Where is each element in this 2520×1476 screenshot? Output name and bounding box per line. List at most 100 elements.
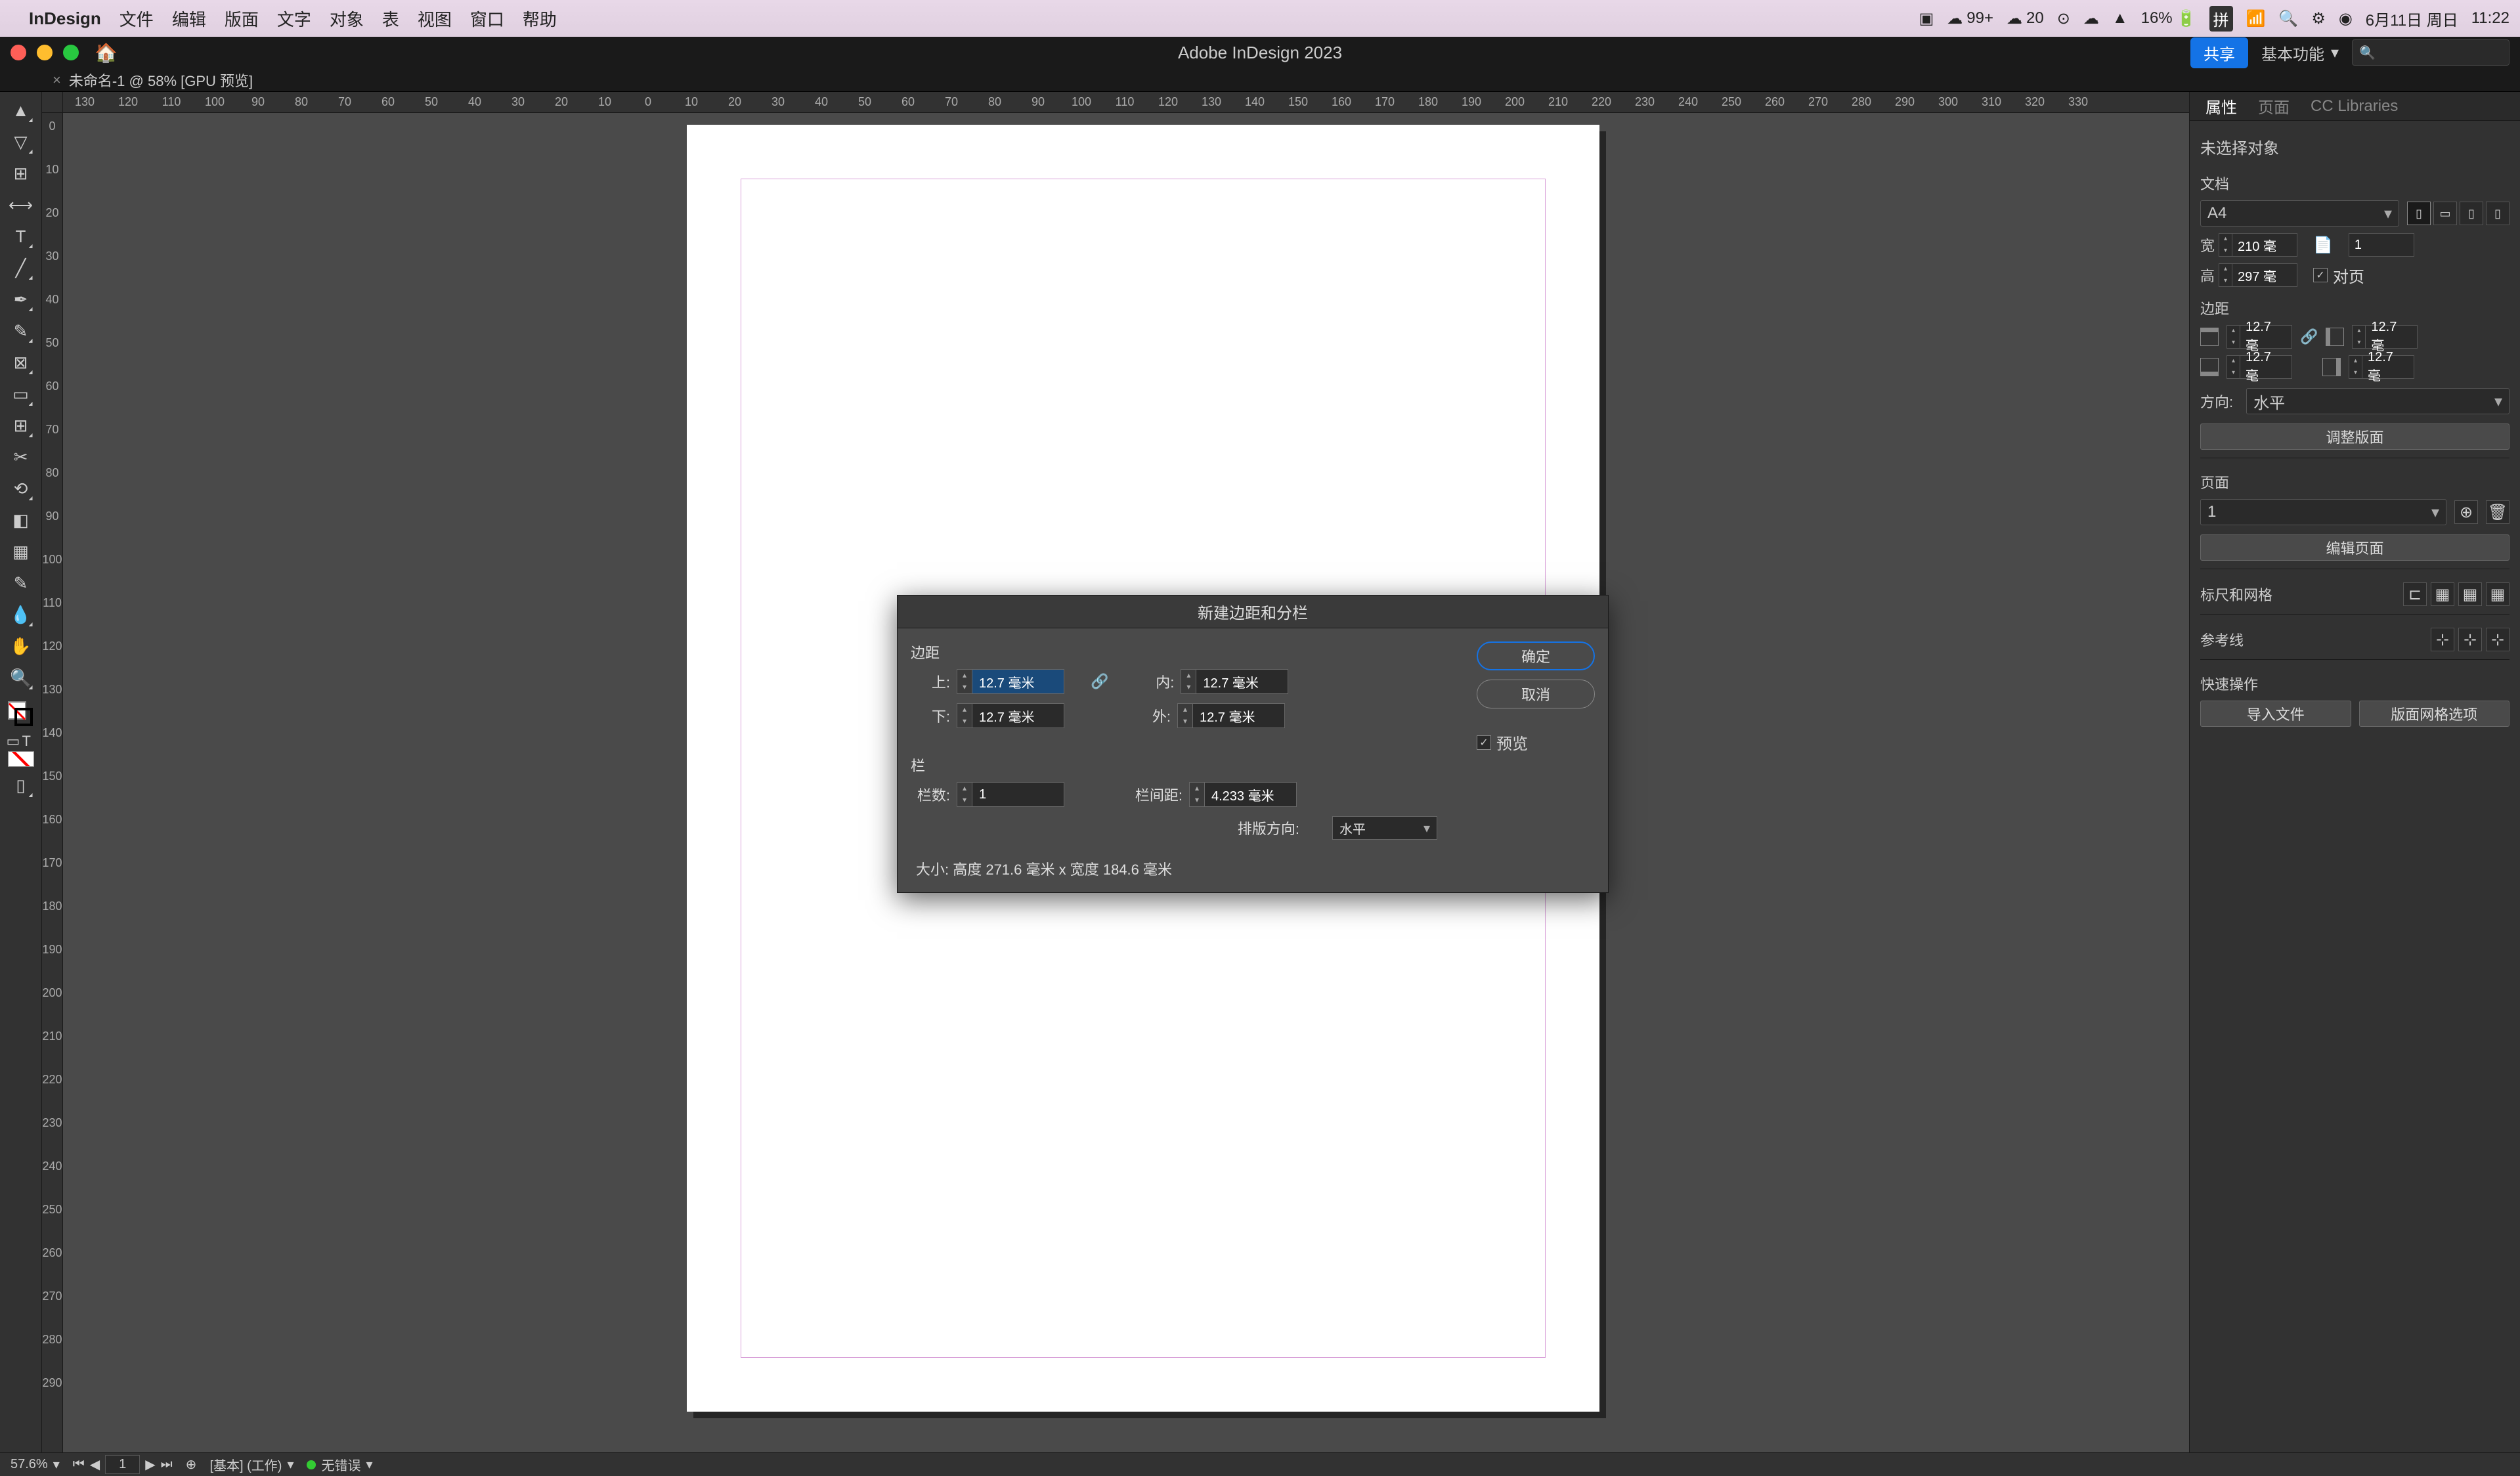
pages-input[interactable]: 1 bbox=[2349, 233, 2414, 257]
menu-help[interactable]: 帮助 bbox=[523, 7, 557, 31]
rectangle-tool[interactable]: ▭ bbox=[8, 381, 34, 407]
apply-none-swatch[interactable] bbox=[8, 751, 34, 767]
type-tool[interactable]: T bbox=[8, 223, 34, 250]
window-maximize-button[interactable] bbox=[63, 45, 79, 60]
pencil-tool[interactable]: ✎ bbox=[8, 318, 34, 344]
expand-icon[interactable]: ⊕ bbox=[186, 1456, 197, 1473]
binding-left-icon[interactable]: ▯ bbox=[2460, 202, 2483, 225]
tab-properties[interactable]: 属性 bbox=[2205, 95, 2237, 118]
status-icon-1[interactable]: ▣ bbox=[1919, 9, 1934, 28]
page-dropdown[interactable]: 1 bbox=[2200, 499, 2446, 525]
width-input[interactable]: ▴▾210 毫 bbox=[2219, 233, 2297, 257]
screen-mode-tool[interactable]: ▯ bbox=[8, 772, 34, 798]
direct-selection-tool[interactable]: ▽ bbox=[8, 129, 34, 155]
pen-tool[interactable]: ✒ bbox=[8, 286, 34, 313]
share-button[interactable]: 共享 bbox=[2190, 37, 2248, 68]
time-display[interactable]: 11:22 bbox=[2471, 9, 2509, 28]
search-input[interactable] bbox=[2352, 39, 2509, 66]
grid-icon-2[interactable]: ▦ bbox=[2458, 582, 2482, 606]
menu-object[interactable]: 对象 bbox=[330, 7, 364, 31]
guide-icon-1[interactable]: ⊹ bbox=[2431, 628, 2454, 651]
margin-inner-field[interactable]: ▴▾ 12.7 毫米 bbox=[1181, 669, 1288, 694]
margin-bottom-field[interactable]: ▴▾ 12.7 毫米 bbox=[957, 703, 1064, 728]
hand-tool[interactable]: ✋ bbox=[8, 633, 34, 659]
wechat-icon[interactable]: ☁ 99+ bbox=[1947, 9, 1993, 28]
menu-layout[interactable]: 版面 bbox=[225, 7, 259, 31]
next-page-icon[interactable]: ▶ bbox=[145, 1456, 155, 1473]
margin-left-input[interactable]: ▴▾12.7 毫 bbox=[2352, 325, 2418, 349]
formatting-text-icon[interactable]: T bbox=[22, 733, 35, 746]
app-menu[interactable]: InDesign bbox=[29, 9, 101, 29]
line-tool[interactable]: ╱ bbox=[8, 255, 34, 281]
orientation-portrait-icon[interactable]: ▯ bbox=[2407, 202, 2431, 225]
free-transform-tool[interactable]: ⟲ bbox=[8, 475, 34, 502]
margin-right-input[interactable]: ▴▾12.7 毫 bbox=[2349, 355, 2414, 379]
window-close-button[interactable] bbox=[11, 45, 26, 60]
prev-page-icon[interactable]: ◀ bbox=[90, 1456, 100, 1473]
qq-icon[interactable]: ☁ 20 bbox=[2007, 9, 2044, 28]
tab-cc-libraries[interactable]: CC Libraries bbox=[2311, 97, 2398, 116]
gradient-swatch-tool[interactable]: ◧ bbox=[8, 507, 34, 533]
menu-type[interactable]: 文字 bbox=[277, 7, 311, 31]
scissors-tool[interactable]: ✂ bbox=[8, 444, 34, 470]
home-icon[interactable]: 🏠 bbox=[95, 42, 118, 64]
gutter-field[interactable]: ▴▾ 4.233 毫米 bbox=[1189, 782, 1297, 807]
orientation-dropdown[interactable]: 水平 bbox=[2246, 388, 2509, 414]
date-display[interactable]: 6月11日 周日 bbox=[2366, 7, 2458, 30]
edit-pages-button[interactable]: 编辑页面 bbox=[2200, 534, 2509, 561]
formatting-container-icon[interactable]: ▭ bbox=[7, 733, 20, 746]
menu-window[interactable]: 窗口 bbox=[470, 7, 504, 31]
grid-icon-1[interactable]: ▦ bbox=[2431, 582, 2454, 606]
cloud-icon[interactable]: ☁ bbox=[2083, 9, 2099, 28]
margin-top-input[interactable]: ▴▾12.7 毫 bbox=[2227, 325, 2292, 349]
siri-icon[interactable]: ◉ bbox=[2339, 9, 2353, 28]
direction-select[interactable]: 水平 bbox=[1332, 816, 1437, 840]
delete-page-icon[interactable]: 🗑 bbox=[2486, 500, 2509, 524]
margin-top-field[interactable]: ▴▾ 12.7 毫米 bbox=[957, 669, 1064, 694]
margin-outer-field[interactable]: ▴▾ 12.7 毫米 bbox=[1177, 703, 1285, 728]
adjust-layout-button[interactable]: 调整版面 bbox=[2200, 423, 2509, 450]
ok-button[interactable]: 确定 bbox=[1477, 641, 1595, 670]
rectangle-frame-tool[interactable]: ⊠ bbox=[8, 349, 34, 376]
menu-file[interactable]: 文件 bbox=[119, 7, 154, 31]
import-file-button[interactable]: 导入文件 bbox=[2200, 701, 2351, 727]
status-icon-3[interactable]: ▲ bbox=[2112, 9, 2128, 28]
cancel-button[interactable]: 取消 bbox=[1477, 680, 1595, 708]
margin-bottom-input[interactable]: ▴▾12.7 毫 bbox=[2227, 355, 2292, 379]
window-minimize-button[interactable] bbox=[37, 45, 53, 60]
grid-options-button[interactable]: 版面网格选项 bbox=[2359, 701, 2510, 727]
guide-icon-2[interactable]: ⊹ bbox=[2458, 628, 2482, 651]
eyedropper-tool[interactable]: 💧 bbox=[8, 601, 34, 628]
page-number-input[interactable]: 1 bbox=[105, 1455, 140, 1474]
grid-icon-3[interactable]: ▦ bbox=[2486, 582, 2509, 606]
document-tab[interactable]: × 未命名-1 @ 58% [GPU 预览] bbox=[53, 70, 253, 91]
workspace-dropdown[interactable]: 基本功能▾ bbox=[2261, 41, 2339, 64]
facing-pages-checkbox[interactable]: ✓对页 bbox=[2313, 264, 2364, 287]
binding-right-icon[interactable]: ▯ bbox=[2486, 202, 2509, 225]
zoom-tool[interactable]: 🔍 bbox=[8, 664, 34, 691]
ruler-icon[interactable]: ⊏ bbox=[2403, 582, 2427, 606]
guide-icon-3[interactable]: ⊹ bbox=[2486, 628, 2509, 651]
gradient-feather-tool[interactable]: ▦ bbox=[8, 538, 34, 565]
input-method-icon[interactable]: 拼 bbox=[2209, 6, 2233, 32]
zoom-display[interactable]: 57.6% ▾ bbox=[11, 1456, 60, 1473]
link-margins-dialog-icon[interactable]: 🔗 bbox=[1091, 673, 1108, 690]
preset-display[interactable]: [基本] (工作) ▾ bbox=[209, 1455, 293, 1474]
tab-pages[interactable]: 页面 bbox=[2258, 95, 2290, 118]
search-icon[interactable]: 🔍 bbox=[2278, 9, 2298, 28]
page-tool[interactable]: ⊞ bbox=[8, 160, 34, 186]
height-input[interactable]: ▴▾297 毫 bbox=[2219, 263, 2297, 287]
selection-tool[interactable]: ▲ bbox=[8, 97, 34, 123]
last-page-icon[interactable]: ⏭ bbox=[161, 1457, 173, 1472]
orientation-landscape-icon[interactable]: ▭ bbox=[2433, 202, 2457, 225]
status-icon-2[interactable]: ⊙ bbox=[2057, 9, 2070, 28]
menu-view[interactable]: 视图 bbox=[418, 7, 452, 31]
column-count-field[interactable]: ▴▾ 1 bbox=[957, 782, 1064, 807]
page-size-dropdown[interactable]: A4 bbox=[2200, 200, 2399, 227]
wifi-icon[interactable]: 📶 bbox=[2246, 9, 2266, 28]
first-page-icon[interactable]: ⏮ bbox=[73, 1457, 85, 1472]
menu-table[interactable]: 表 bbox=[382, 7, 399, 31]
control-center-icon[interactable]: ⚙ bbox=[2311, 9, 2326, 28]
fill-stroke-swatch[interactable] bbox=[8, 701, 34, 727]
battery-icon[interactable]: 16% 🔋 bbox=[2141, 9, 2196, 28]
